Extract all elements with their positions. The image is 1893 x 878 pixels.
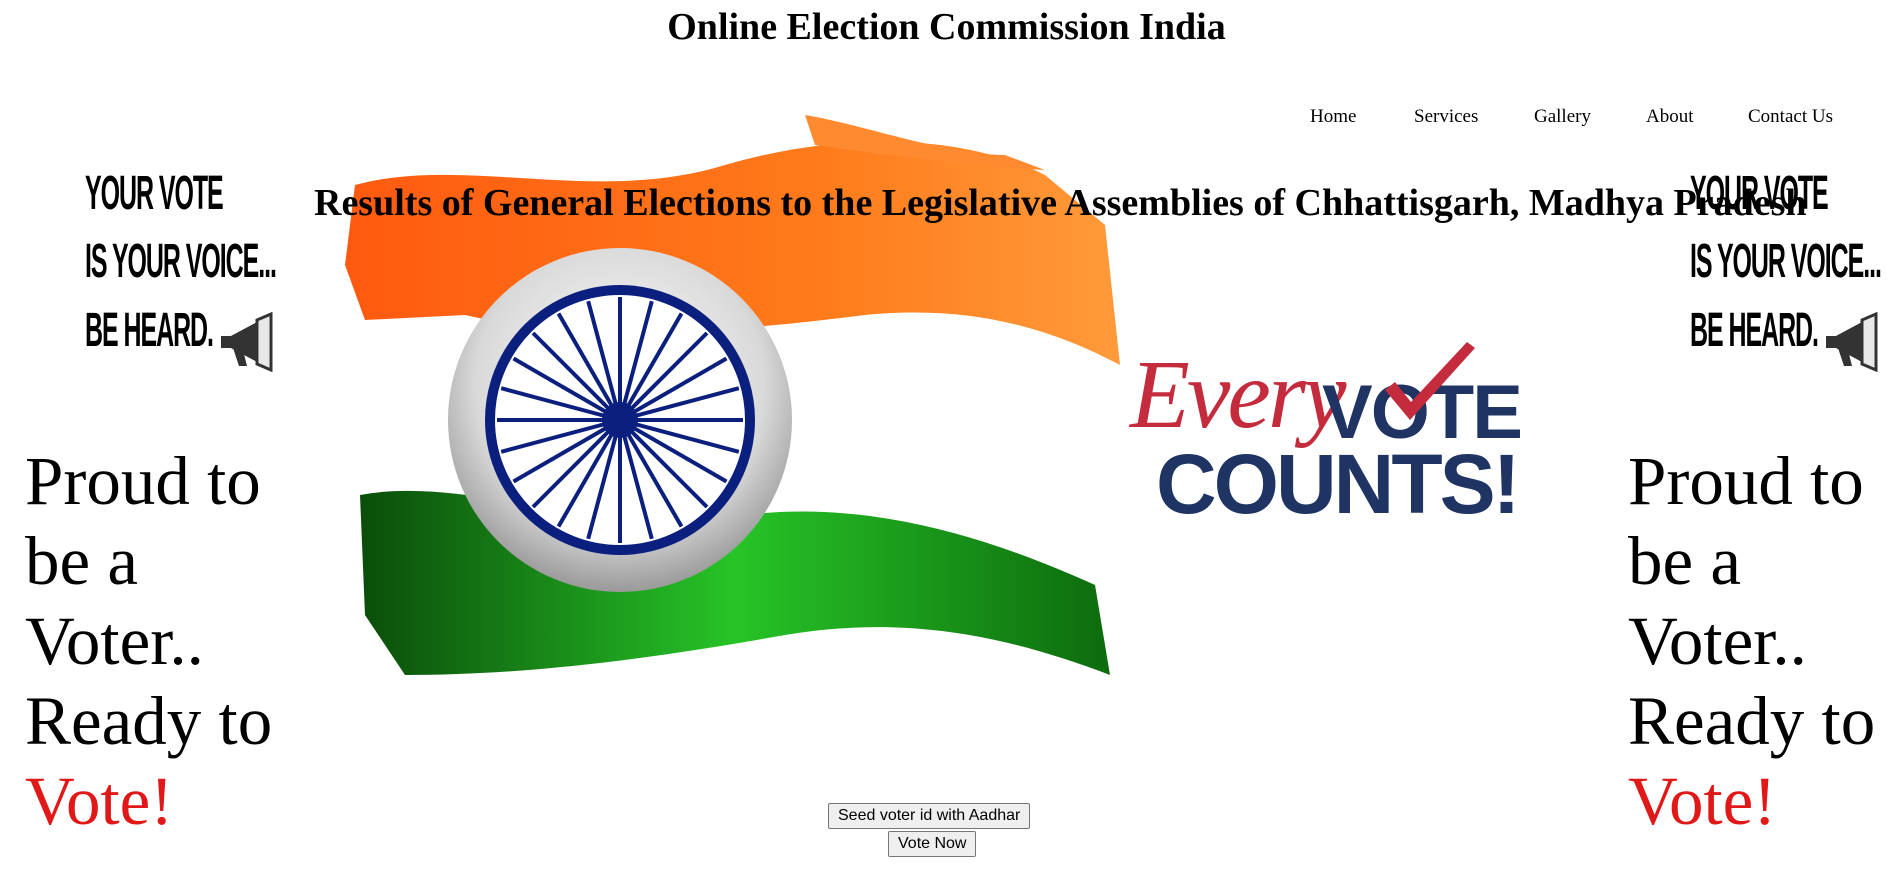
poster-line: IS YOUR VOICE... [85,235,277,288]
nav-home[interactable]: Home [1310,106,1356,128]
poster-line: BE HEARD. [85,304,214,357]
poster-line: Voter.. [25,603,204,679]
poster-line-vote: Vote! [25,762,173,841]
checkmark-icon [1385,342,1475,420]
poster-line: BE HEARD. [1690,304,1819,357]
poster-proud-voter-left: Proud to be a Voter.. Ready to Vote! [25,442,315,862]
poster-line: Proud to [1628,443,1864,519]
nav-services[interactable]: Services [1414,106,1478,128]
poster-vote-initial: V [1628,763,1669,839]
every-vote-counts-image: Every VOTE COUNTS! [1130,340,1570,540]
seed-voter-id-button[interactable]: Seed voter id with Aadhar [828,803,1031,829]
results-marquee: Results of General Elections to the Legi… [314,178,1893,228]
megaphone-icon [221,312,273,372]
poster-your-vote-left: YOUR VOTE IS YOUR VOICE... BE HEARD. [85,170,285,380]
poster-line: IS YOUR VOICE... [1690,235,1882,288]
megaphone-icon [1826,312,1878,372]
vote-now-button[interactable]: Vote Now [888,831,977,857]
poster-line: be a [1628,523,1742,599]
badge-counts: COUNTS! [1156,437,1521,531]
poster-line: YOUR VOTE [85,167,224,220]
poster-line: Ready to [1628,683,1876,759]
poster-line: Voter.. [1628,603,1807,679]
poster-line: be a [25,523,139,599]
site-title: Online Election Commission India [667,6,1226,48]
poster-vote-rest: ote! [1668,763,1777,839]
poster-vote-rest: ote! [65,763,174,839]
poster-line: Ready to [25,683,273,759]
poster-line-vote: Vote! [1628,762,1776,841]
results-announcement: Results of General Elections to the Legi… [314,182,1807,224]
poster-line: Proud to [25,443,261,519]
poster-proud-voter-right: Proud to be a Voter.. Ready to Vote! [1628,442,1893,862]
chakra-hub [602,402,638,438]
nav-gallery[interactable]: Gallery [1534,106,1591,128]
nav-about[interactable]: About [1646,106,1694,128]
poster-vote-initial: V [25,763,66,839]
badge-every: Every [1130,341,1346,449]
nav-contact-us[interactable]: Contact Us [1748,106,1833,128]
